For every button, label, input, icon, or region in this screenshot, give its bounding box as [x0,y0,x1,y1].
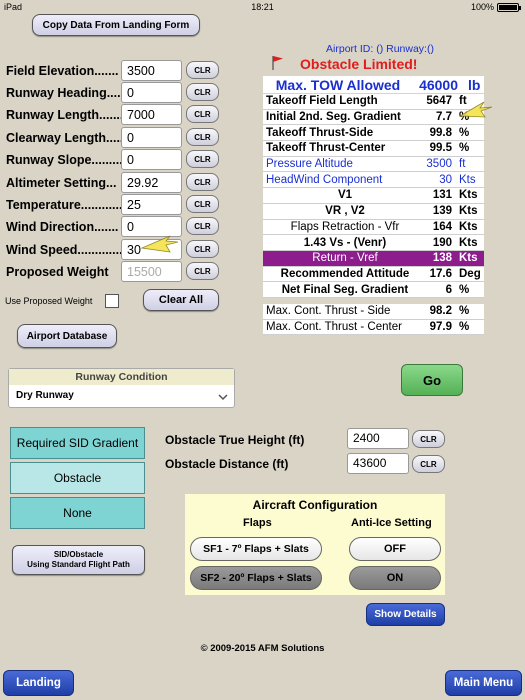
result-row: Takeoff Thrust-Side 99.8% [263,125,484,142]
sid-obstacle-button[interactable]: SID/Obstacle Using Standard Flight Path [12,545,145,575]
max-tow-unit: lb [468,76,481,93]
result-row: HeadWind Component 30 Kts [263,172,484,189]
result-row: Flaps Retraction - Vfr 164 Kts [263,219,484,236]
airport-runway-line: Airport ID: () Runway:() [326,43,434,55]
pointer-arrow-icon [458,101,493,118]
result-row: Max. Cont. Thrust - Center 97.9% [263,319,484,336]
result-row: 1.43 Vs - (Venr) 190 Kts [263,235,484,251]
result-row: Net Final Seg. Gradient 6% [263,282,484,298]
runway-heading-clr-button[interactable]: CLR [186,83,219,101]
result-row: VR , V2 139 Kts [263,203,484,220]
result-row: Return - Vref 138 Kts [263,250,484,267]
wind-speed-label: Wind Speed............. [6,243,123,257]
max-tow-row: Max. TOW Allowed 46000 lb [263,76,484,93]
go-button[interactable]: Go [401,364,463,396]
clearway-length-input[interactable]: 0 [121,127,182,148]
temperature-input[interactable]: 25 [121,194,182,215]
anti-ice-header: Anti-Ice Setting [351,517,432,529]
wind-speed-clr-button[interactable]: CLR [186,240,219,258]
results-table: Takeoff Field Length 5647 ft Initial 2nd. … [263,94,484,336]
landing-button[interactable]: Landing [3,670,74,696]
runway-heading-input[interactable]: 0 [121,82,182,103]
pointer-arrow-icon [140,235,179,253]
battery-icon [497,2,521,12]
obstacle-distance-input[interactable]: 43600 [347,453,409,474]
altimeter-setting-clr-button[interactable]: CLR [186,173,219,191]
obstacle-height-input[interactable]: 2400 [347,428,409,449]
proposed-weight-input[interactable]: 15500 [121,261,182,282]
runway-condition-select[interactable]: Dry Runway [9,385,234,407]
obstacle-height-label: Obstacle True Height (ft) [165,433,305,447]
runway-condition-panel: Runway Condition Dry Runway [8,368,235,408]
result-row: Pressure Altitude 3500 ft [263,156,484,173]
flag-icon [272,56,283,70]
field-elevation-clr-button[interactable]: CLR [186,61,219,79]
main-menu-button[interactable]: Main Menu [445,670,522,696]
copy-from-landing-button[interactable]: Copy Data From Landing Form [32,14,200,36]
airport-database-button[interactable]: Airport Database [17,324,117,348]
use-proposed-weight-label: Use Proposed Weight [5,296,93,306]
max-tow-value: 46000 [419,76,458,93]
wind-direction-clr-button[interactable]: CLR [186,217,219,235]
copyright: © 2009-2015 AFM Solutions [200,643,325,654]
wind-direction-label: Wind Direction....... [6,220,119,234]
battery-indicator: 100% [470,2,521,12]
runway-heading-label: Runway Heading...... [6,86,128,100]
runway-slope-label: Runway Slope.......... [6,153,127,167]
clearway-length-label: Clearway Length..... [6,131,124,145]
anti-ice-on-button[interactable]: ON [349,566,441,590]
anti-ice-off-button[interactable]: OFF [349,537,441,561]
clear-all-button[interactable]: Clear All [143,289,219,311]
max-tow-label: Max. TOW Allowed [275,76,401,93]
result-row: V1 131 Kts [263,188,484,204]
aircraft-config-title: Aircraft Configuration [252,498,378,512]
limit-status: Obstacle Limited! [300,56,418,72]
clearway-length-clr-button[interactable]: CLR [186,128,219,146]
result-row: Takeoff Field Length 5647 ft [263,94,484,110]
flaps-header: Flaps [243,517,272,529]
required-sid-gradient-option[interactable]: Required SID Gradient [10,427,145,459]
obstacle-option[interactable]: Obstacle [10,462,145,494]
flaps-sf1-button[interactable]: SF1 - 7º Flaps + Slats [190,537,322,561]
temperature-label: Temperature............ [6,198,123,212]
runway-slope-clr-button[interactable]: CLR [186,150,219,168]
runway-condition-value: Dry Runway [16,390,74,401]
none-option[interactable]: None [10,497,145,529]
sid-obstacle-label-2: Using Standard Flight Path [27,560,130,569]
aircraft-config-panel: Aircraft Configuration Flaps Anti-Ice Se… [185,494,445,595]
obstacle-height-clr-button[interactable]: CLR [412,430,445,448]
temperature-clr-button[interactable]: CLR [186,195,219,213]
status-bar: iPad 18:21 100% [0,0,525,14]
clock: 18:21 [251,2,274,12]
proposed-weight-clr-button[interactable]: CLR [186,262,219,280]
flaps-sf2-button[interactable]: SF2 - 20º Flaps + Slats [190,566,322,590]
runway-condition-title: Runway Condition [9,369,234,385]
result-row: Recommended Attitude 17.6 Deg [263,266,484,283]
battery-percent: 100% [470,2,494,12]
altimeter-setting-label: Altimeter Setting... [6,176,117,190]
sid-obstacle-label-1: SID/Obstacle [53,550,104,559]
proposed-weight-label: Proposed Weight [6,265,109,279]
runway-length-label: Runway Length........ [6,108,127,122]
use-proposed-weight-checkbox[interactable] [105,294,119,308]
field-elevation-input[interactable]: 3500 [121,60,182,81]
runway-length-input[interactable]: 7000 [121,104,182,125]
result-row: Initial 2nd. Seg. Gradient 7.7% [263,109,484,126]
result-row: Takeoff Thrust-Center 99.5% [263,141,484,157]
show-details-button[interactable]: Show Details [366,603,445,626]
runway-slope-input[interactable]: 0 [121,149,182,170]
altimeter-setting-input[interactable]: 29.92 [121,172,182,193]
result-row: Max. Cont. Thrust - Side 98.2% [263,303,484,320]
chevron-down-icon [218,394,228,401]
obstacle-distance-label: Obstacle Distance (ft) [165,457,289,471]
obstacle-distance-clr-button[interactable]: CLR [412,455,445,473]
runway-length-clr-button[interactable]: CLR [186,105,219,123]
field-elevation-label: Field Elevation....... [6,64,119,78]
